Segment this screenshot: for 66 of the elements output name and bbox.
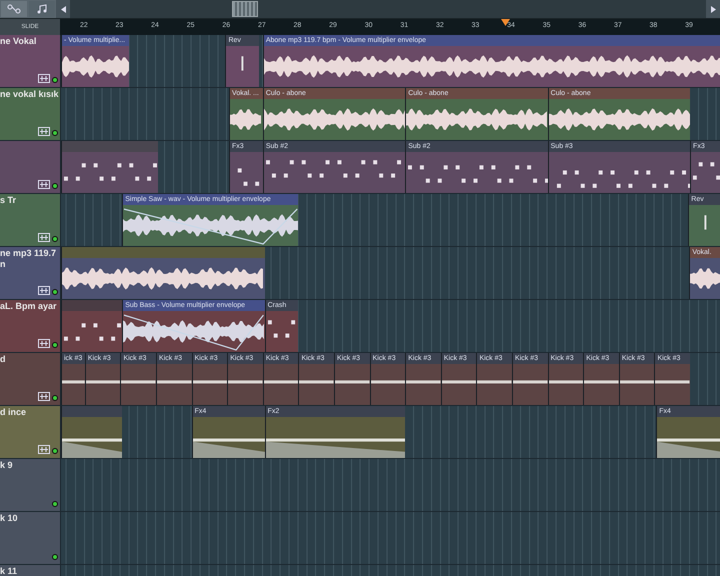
- automation-drawing: [657, 417, 720, 458]
- marker-line: [704, 215, 707, 230]
- waveform-drawing: [690, 268, 720, 289]
- track-mode-icon[interactable]: [38, 233, 50, 242]
- playlist-tool-button[interactable]: [0, 0, 28, 18]
- clip-title-bar[interactable]: [62, 300, 122, 311]
- track-name: ne vokal kısık: [0, 89, 59, 100]
- marker-line: [242, 56, 244, 71]
- track-header[interactable]: ne mp3 119.7 n: [0, 247, 61, 299]
- note-pattern-drawing: [268, 320, 295, 338]
- automation-drawing: [62, 417, 122, 458]
- track-mode-icon[interactable]: [38, 74, 50, 83]
- piano-roll-button[interactable]: [28, 0, 56, 18]
- track-enable-toggle[interactable]: [52, 395, 58, 401]
- track-enable-toggle[interactable]: [52, 289, 58, 295]
- track-name: ne mp3 119.7 n: [0, 248, 56, 270]
- track-name: s Tr: [0, 195, 16, 206]
- track-name: d: [0, 354, 6, 365]
- track-header[interactable]: d ince: [0, 406, 61, 458]
- track-mode-icon[interactable]: [38, 180, 50, 189]
- clip-title-bar[interactable]: [62, 406, 122, 417]
- clip[interactable]: [61, 406, 122, 458]
- track-header[interactable]: d: [0, 353, 61, 405]
- track-enable-toggle[interactable]: [52, 130, 58, 136]
- scroll-right-button[interactable]: [706, 0, 720, 18]
- clip-title-bar[interactable]: [62, 247, 265, 258]
- waveform-drawing: [62, 55, 129, 78]
- track-name: k 9: [0, 460, 13, 471]
- clip[interactable]: [61, 300, 122, 352]
- note-pattern-drawing: [238, 168, 260, 186]
- track-name: aL. Bpm ayar: [0, 301, 57, 312]
- track-header[interactable]: aL. Bpm ayar: [0, 300, 61, 352]
- clip-title-bar[interactable]: [62, 141, 158, 152]
- track-header[interactable]: k 11: [0, 565, 61, 576]
- track-mode-icon[interactable]: [38, 392, 50, 401]
- clip[interactable]: [61, 247, 265, 299]
- scroll-left-button[interactable]: [56, 0, 70, 18]
- track-header[interactable]: k 10: [0, 512, 61, 564]
- track-mode-icon[interactable]: [38, 339, 50, 348]
- track-header[interactable]: s Tr: [0, 194, 61, 246]
- track-name: d ince: [0, 407, 26, 418]
- track-name: k 11: [0, 566, 18, 576]
- connector-icon: [7, 4, 21, 14]
- right-arrow-icon: [710, 6, 716, 12]
- track-header[interactable]: ne vokal kısık: [0, 88, 61, 140]
- track-name: ne Vokal: [0, 36, 36, 47]
- track-mode-icon[interactable]: [38, 127, 50, 136]
- track-header[interactable]: ne Vokal: [0, 35, 61, 87]
- track-mode-icon[interactable]: [38, 286, 50, 295]
- track-header[interactable]: k 9: [0, 459, 61, 511]
- note-pattern-drawing: [692, 162, 720, 180]
- left-arrow-icon: [60, 6, 66, 12]
- scrollbar-thumb[interactable]: [232, 1, 258, 17]
- clip[interactable]: [61, 141, 158, 193]
- track-enable-toggle[interactable]: [52, 77, 58, 83]
- track-mode-icon[interactable]: [38, 445, 50, 454]
- track-enable-toggle[interactable]: [52, 342, 58, 348]
- track-name: k 10: [0, 513, 18, 524]
- track-enable-toggle[interactable]: [52, 183, 58, 189]
- waveform-drawing: [230, 109, 262, 130]
- note-pattern-drawing: [64, 323, 121, 341]
- music-note-icon: [37, 4, 47, 14]
- track-enable-toggle[interactable]: [52, 448, 58, 454]
- track-enable-toggle[interactable]: [52, 501, 58, 507]
- track-enable-toggle[interactable]: [52, 236, 58, 242]
- track-enable-toggle[interactable]: [52, 554, 58, 560]
